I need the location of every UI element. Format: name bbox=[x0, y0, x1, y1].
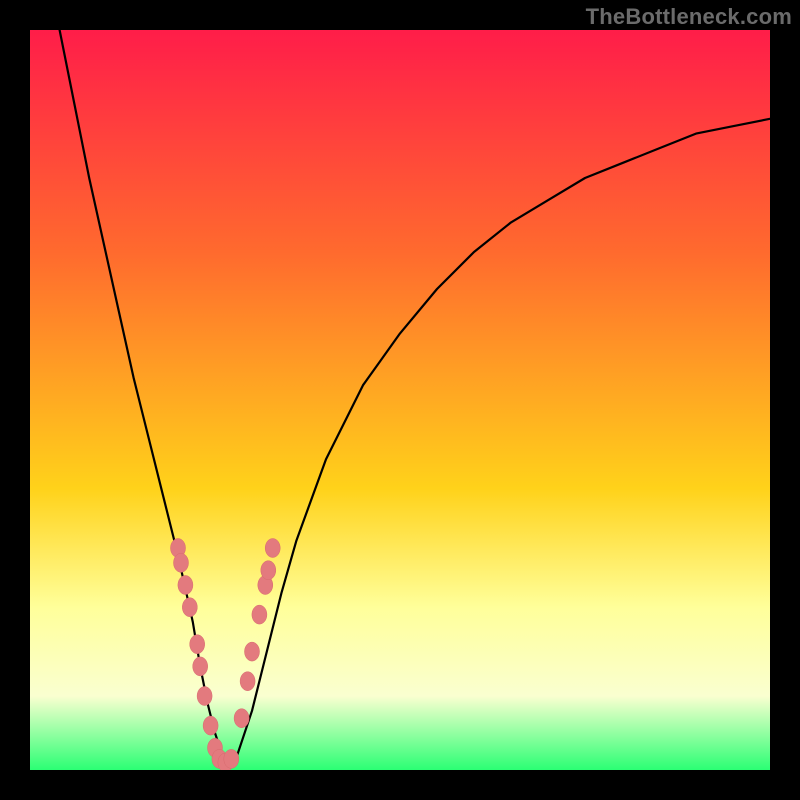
chart-frame: TheBottleneck.com bbox=[0, 0, 800, 800]
sample-point bbox=[252, 605, 267, 624]
sample-point bbox=[245, 642, 260, 661]
gradient-background bbox=[30, 30, 770, 770]
sample-point bbox=[174, 553, 189, 572]
sample-point bbox=[178, 576, 193, 595]
sample-point bbox=[190, 635, 205, 654]
sample-point bbox=[261, 561, 276, 580]
sample-point bbox=[224, 749, 239, 768]
sample-point bbox=[265, 539, 280, 558]
sample-point bbox=[234, 709, 249, 728]
sample-point bbox=[203, 716, 218, 735]
watermark-text: TheBottleneck.com bbox=[586, 4, 792, 30]
sample-point bbox=[182, 598, 197, 617]
sample-point bbox=[193, 657, 208, 676]
plot-area bbox=[30, 30, 770, 770]
bottleneck-chart bbox=[30, 30, 770, 770]
sample-point bbox=[240, 672, 255, 691]
sample-point bbox=[197, 687, 212, 706]
